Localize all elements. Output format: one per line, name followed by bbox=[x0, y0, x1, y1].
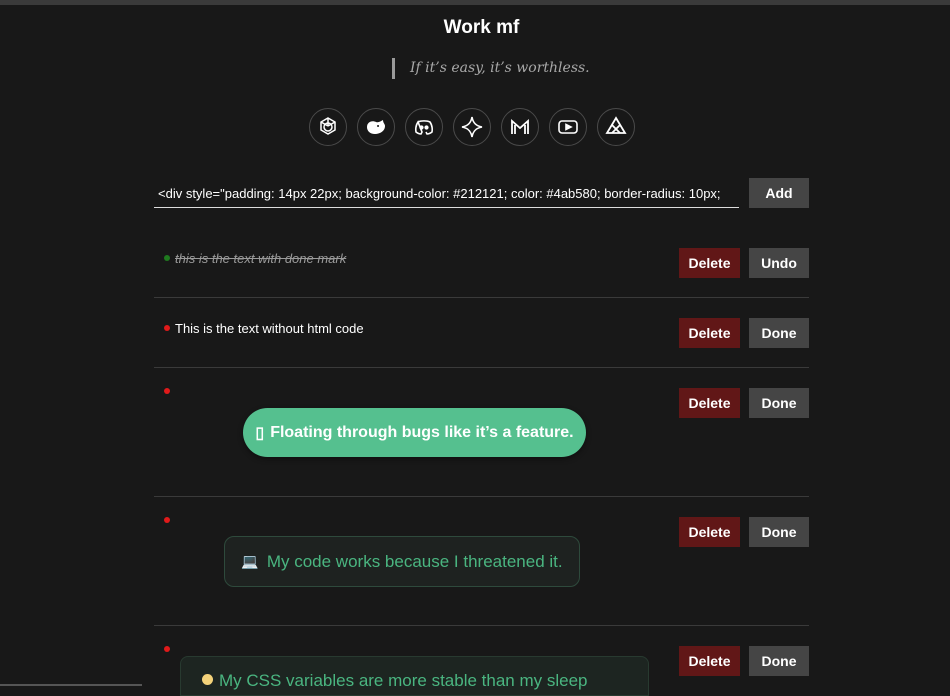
shortcut-icons bbox=[309, 108, 635, 146]
page-quote: If it’s easy, it’s worthless. bbox=[392, 58, 590, 79]
chatgpt-icon[interactable] bbox=[309, 108, 347, 146]
delete-button[interactable]: Delete bbox=[679, 646, 740, 676]
done-button[interactable]: Done bbox=[749, 388, 809, 418]
gemini-icon[interactable] bbox=[453, 108, 491, 146]
task-input[interactable] bbox=[154, 180, 739, 208]
done-button[interactable]: Done bbox=[749, 517, 809, 547]
page-title: Work mf bbox=[443, 17, 520, 38]
youtube-icon[interactable] bbox=[549, 108, 587, 146]
done-button[interactable]: Done bbox=[749, 646, 809, 676]
divider bbox=[154, 496, 809, 497]
pending-dot bbox=[164, 517, 170, 523]
glyph-icon: ▯ bbox=[255, 424, 265, 442]
divider bbox=[154, 367, 809, 368]
done-button[interactable]: Done bbox=[749, 318, 809, 348]
discord-icon[interactable] bbox=[405, 108, 443, 146]
add-button[interactable]: Add bbox=[749, 178, 809, 208]
top-bar bbox=[0, 0, 950, 5]
task-html-pill: ▯ Floating through bugs like it’s a feat… bbox=[243, 408, 586, 457]
task-html-text: My code works because I threatened it. bbox=[266, 551, 563, 571]
pending-dot bbox=[164, 388, 170, 394]
lightbulb-icon bbox=[202, 674, 213, 685]
qwen-icon[interactable] bbox=[597, 108, 635, 146]
delete-button[interactable]: Delete bbox=[679, 318, 740, 348]
task-html-text: My CSS variables are more stable than my… bbox=[219, 671, 588, 690]
laptop-icon: 💻 bbox=[241, 553, 259, 569]
task-html-box: My CSS variables are more stable than my… bbox=[180, 656, 649, 696]
delete-button[interactable]: Delete bbox=[679, 248, 740, 278]
task-text: This is the text without html code bbox=[175, 321, 364, 336]
undo-button[interactable]: Undo bbox=[749, 248, 809, 278]
pending-dot bbox=[164, 325, 170, 331]
delete-button[interactable]: Delete bbox=[679, 388, 740, 418]
task-html-text: Floating through bugs like it’s a featur… bbox=[270, 423, 574, 441]
task-text: this is the text with done mark bbox=[175, 251, 347, 266]
task-html-box: 💻 My code works because I threatened it. bbox=[224, 536, 580, 587]
divider bbox=[154, 297, 809, 298]
divider bbox=[154, 625, 809, 626]
pending-dot bbox=[164, 646, 170, 652]
gmail-icon[interactable] bbox=[501, 108, 539, 146]
done-dot bbox=[164, 255, 170, 261]
deepseek-icon[interactable] bbox=[357, 108, 395, 146]
delete-button[interactable]: Delete bbox=[679, 517, 740, 547]
